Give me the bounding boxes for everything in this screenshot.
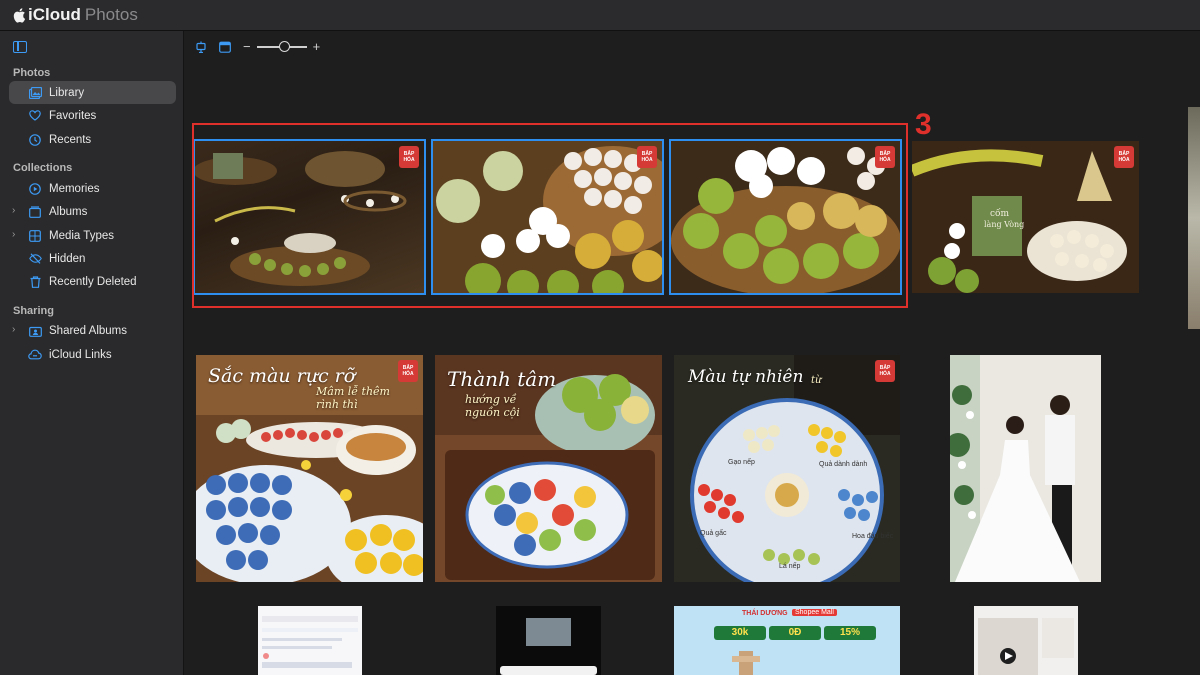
sidebar-item-label: iCloud Links [49, 348, 112, 361]
photo-thumbnail[interactable]: Thành tâm hướng về nguồn cội [435, 355, 662, 582]
overlay-subtitle: Mâm lễ thêm rình thì [316, 385, 390, 411]
sidebar-item-label: Memories [49, 182, 100, 195]
shared-albums-icon [28, 324, 42, 338]
sidebar-item-memories[interactable]: Memories [9, 177, 176, 200]
photo-content [258, 606, 362, 675]
dish-label: Lá nếp [779, 563, 801, 570]
brand-logo-badge: BẮP HÓA [398, 360, 418, 382]
photo-thumbnail-ad[interactable]: THÁI DƯƠNG Shopee Mall 30k 0Đ 15% [674, 606, 900, 675]
sidebar-item-icloud-links[interactable]: iCloud Links [9, 343, 176, 366]
dish-label: Quả gấc [700, 530, 727, 537]
photo-thumbnail[interactable]: Sắc màu rực rỡ Mâm lễ thêm rình thì BẮP … [196, 355, 423, 582]
albums-icon [28, 205, 42, 219]
photo-thumbnail[interactable]: Màu tự nhiên từ Gạo nếp Quả dành dành Qu… [674, 355, 900, 582]
app-brand[interactable]: iCloud Photos [12, 5, 138, 25]
sidebar-item-label: Recently Deleted [49, 275, 137, 288]
dish-label: Hoa đậu biếc [852, 533, 894, 540]
library-icon [28, 86, 42, 100]
sidebar-item-shared-albums[interactable]: › Shared Albums [9, 319, 176, 342]
brand-logo-badge: BẮP HÓA [1114, 146, 1134, 168]
brand-logo-badge: BẮP HÓA [875, 360, 895, 382]
sidebar-item-hidden[interactable]: Hidden [9, 247, 176, 270]
brand-icloud: iCloud [28, 5, 81, 24]
sidebar-item-label: Hidden [49, 252, 86, 265]
zoom-in-button[interactable]: + [313, 40, 321, 53]
cloud-link-icon [28, 348, 42, 362]
overlay-subtitle: từ [811, 375, 822, 386]
toolbar: − + [195, 40, 320, 54]
media-types-icon [28, 229, 42, 243]
photo-thumbnail-screenshot[interactable] [974, 606, 1078, 675]
sidebar-item-recents[interactable]: Recents [9, 128, 176, 151]
dish-label: Quả dành dành [819, 461, 868, 468]
overlay-title: Sắc màu rực rỡ [208, 365, 356, 387]
product-text: cốm [990, 208, 1010, 219]
section-heading-sharing: Sharing [13, 305, 54, 317]
sidebar-item-label: Media Types [49, 229, 114, 242]
section-heading-collections: Collections [13, 162, 73, 174]
brand-photos: Photos [84, 5, 138, 24]
sidebar-toggle-icon[interactable] [13, 41, 27, 53]
calendar-view-icon[interactable] [219, 41, 231, 53]
photo-content [496, 606, 601, 675]
eye-slash-icon [28, 252, 42, 266]
clock-icon [28, 133, 42, 147]
photo-thumbnail[interactable] [950, 355, 1101, 582]
annotation-number: 3 [915, 108, 932, 141]
chevron-right-icon[interactable]: › [12, 205, 21, 217]
sidebar-item-label: Shared Albums [49, 324, 127, 337]
photo-thumbnail[interactable]: cốm làng Vòng BẮP HÓA [912, 141, 1139, 293]
photo-content [732, 651, 760, 675]
zoom-out-button[interactable]: − [243, 40, 251, 53]
title-bar: iCloud Photos [0, 0, 1200, 31]
sidebar-item-media-types[interactable]: › Media Types [9, 224, 176, 247]
photo-content: cốm làng Vòng [912, 141, 1139, 293]
sidebar-item-label: Albums [49, 205, 88, 218]
photo-content [674, 355, 900, 582]
sidebar-item-albums[interactable]: › Albums [9, 200, 176, 223]
annotation-highlight-box [192, 123, 908, 308]
photo-thumbnail-screenshot[interactable] [496, 606, 601, 675]
sidebar-item-recently-deleted[interactable]: Recently Deleted [9, 270, 176, 293]
sidebar: Photos Library Favorites Recents Collect… [0, 31, 184, 675]
product-text: làng Vòng [984, 220, 1024, 229]
photo-content [974, 606, 1078, 675]
trash-icon [28, 275, 42, 289]
chevron-right-icon[interactable]: › [12, 324, 21, 336]
zoom-slider-knob[interactable] [278, 41, 290, 52]
sidebar-item-label: Library [49, 86, 85, 99]
sidebar-item-label: Recents [49, 133, 92, 146]
photo-thumbnail-screenshot[interactable] [258, 606, 362, 675]
slideshow-icon[interactable] [195, 41, 207, 53]
section-heading-photos: Photos [13, 67, 51, 79]
photo-content [950, 355, 1101, 582]
chevron-right-icon[interactable]: › [12, 229, 21, 241]
zoom-slider[interactable] [256, 41, 307, 52]
overlay-subtitle: hướng về nguồn cội [465, 393, 520, 419]
heart-icon [28, 109, 42, 123]
sidebar-item-library[interactable]: Library [9, 81, 176, 104]
overlay-title: Màu tự nhiên [688, 367, 804, 387]
memories-icon [28, 182, 42, 196]
sidebar-item-label: Favorites [49, 109, 97, 122]
apple-logo-icon [13, 8, 26, 23]
sidebar-item-favorites[interactable]: Favorites [9, 104, 176, 127]
photo-thumbnail-partial[interactable] [1188, 107, 1200, 329]
dish-label: Gạo nếp [728, 459, 755, 466]
overlay-title: Thành tâm [447, 367, 557, 391]
